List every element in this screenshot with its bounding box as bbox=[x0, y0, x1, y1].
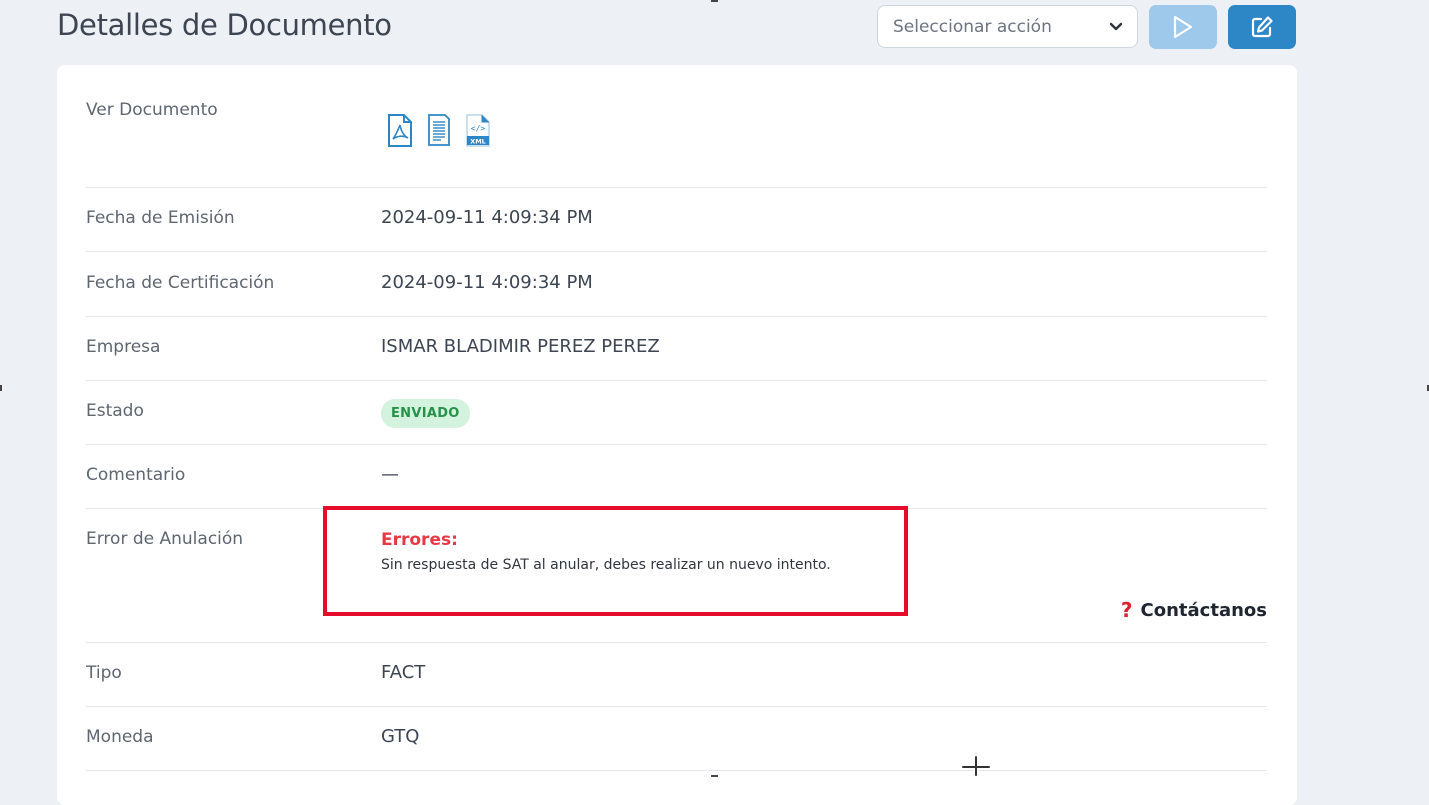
document-icons: </> XML bbox=[387, 114, 491, 147]
value-comentario: — bbox=[381, 464, 399, 485]
label-comentario: Comentario bbox=[86, 465, 186, 485]
row-moneda: Moneda GTQ bbox=[86, 707, 1267, 771]
label-ver-documento: Ver Documento bbox=[86, 100, 218, 120]
page-title: Detalles de Documento bbox=[57, 8, 392, 42]
document-details-card: Ver Documento </> XML Fecha de Emisión 2… bbox=[57, 65, 1297, 805]
contact-label: Contáctanos bbox=[1140, 599, 1267, 621]
label-estado: Estado bbox=[86, 401, 144, 421]
edit-button[interactable] bbox=[1228, 5, 1296, 49]
row-ver-documento: Ver Documento </> XML bbox=[86, 65, 1267, 188]
label-error-anulacion: Error de Anulación bbox=[86, 529, 244, 549]
contact-link[interactable]: ? Contáctanos bbox=[1121, 598, 1267, 622]
value-fecha-emision: 2024-09-11 4:09:34 PM bbox=[381, 207, 593, 228]
status-badge: ENVIADO bbox=[381, 399, 470, 428]
row-fecha-emision: Fecha de Emisión 2024-09-11 4:09:34 PM bbox=[86, 187, 1267, 252]
xml-icon[interactable]: </> XML bbox=[465, 114, 491, 147]
label-moneda: Moneda bbox=[86, 727, 154, 747]
row-comentario: Comentario — bbox=[86, 445, 1267, 509]
row-fecha-certificacion: Fecha de Certificación 2024-09-11 4:09:3… bbox=[86, 252, 1267, 317]
pdf-icon[interactable] bbox=[387, 114, 413, 147]
value-fecha-certificacion: 2024-09-11 4:09:34 PM bbox=[381, 272, 593, 293]
label-fecha-certificacion: Fecha de Certificación bbox=[86, 273, 275, 293]
action-select[interactable]: Seleccionar acción bbox=[877, 5, 1138, 48]
label-fecha-emision: Fecha de Emisión bbox=[86, 208, 235, 228]
row-empresa: Empresa ISMAR BLADIMIR PEREZ PEREZ bbox=[86, 317, 1267, 381]
edit-icon bbox=[1251, 16, 1273, 38]
label-tipo: Tipo bbox=[86, 663, 122, 683]
value-moneda: GTQ bbox=[381, 726, 420, 747]
document-icon[interactable] bbox=[427, 114, 451, 147]
execute-action-button[interactable] bbox=[1149, 5, 1217, 49]
edge-mark-left bbox=[0, 385, 2, 391]
play-icon bbox=[1173, 15, 1193, 39]
value-tipo: FACT bbox=[381, 662, 426, 683]
move-cursor-icon bbox=[961, 755, 991, 777]
svg-text:</>: </> bbox=[471, 124, 486, 133]
row-tipo: Tipo FACT bbox=[86, 643, 1267, 707]
question-icon: ? bbox=[1120, 598, 1133, 622]
error-highlight-box bbox=[323, 506, 908, 616]
edge-mark-top bbox=[711, 0, 718, 2]
label-empresa: Empresa bbox=[86, 337, 161, 357]
value-empresa: ISMAR BLADIMIR PEREZ PEREZ bbox=[381, 336, 660, 357]
chevron-down-icon bbox=[1109, 22, 1123, 30]
row-estado: Estado ENVIADO bbox=[86, 381, 1267, 445]
action-select-value: Seleccionar acción bbox=[893, 16, 1052, 37]
svg-text:XML: XML bbox=[470, 138, 486, 146]
